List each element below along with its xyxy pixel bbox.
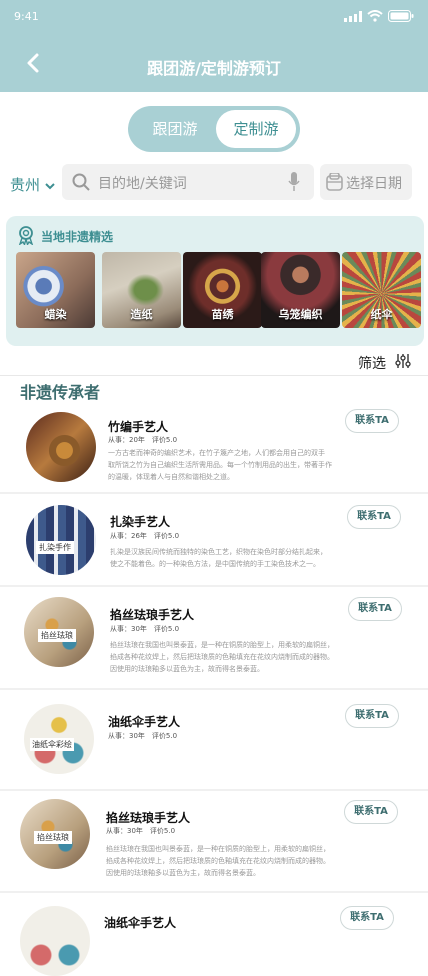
artisan-desc-line: 掐丝珐琅在我国也叫景泰蓝，是一种在铜质的胎型上，用柔软的扁铜丝， [110, 641, 334, 649]
artisan-name: 油纸伞手艺人 [108, 715, 181, 729]
contact-button[interactable]: 联系TA [345, 704, 399, 728]
avatar-caption: 扎染手作 [36, 541, 74, 554]
list-divider [0, 688, 428, 690]
artisan-desc-line: 扎染是汉族民间传统而独特的染色工艺，织物在染色时部分结扎起来， [110, 548, 327, 556]
artisan-name: 扎染手艺人 [110, 515, 171, 529]
tab-custom-tour[interactable]: 定制游 [216, 110, 296, 148]
artisan-name: 掐丝珐琅手艺人 [106, 811, 191, 825]
avatar-caption: 掐丝珐琅 [38, 629, 76, 642]
list-divider [0, 492, 428, 494]
tour-type-toggle: 跟团游 定制游 [128, 106, 300, 152]
region-selector[interactable]: 贵州 [10, 174, 55, 195]
wifi-icon [367, 10, 383, 22]
list-divider [0, 585, 428, 587]
heritage-picks-title: 当地非遗精选 [41, 230, 114, 244]
heritage-picks-panel: 当地非遗精选 蜡染 造纸 苗绣 乌笼编织 纸伞 [6, 216, 424, 346]
avatar[interactable]: 掐丝珐琅 [24, 597, 94, 667]
heritage-item-embroidery[interactable]: 苗绣 [183, 252, 262, 328]
status-time: 9:41 [14, 10, 39, 23]
artisan-meta: 从事：26年 评价5.0 [110, 532, 180, 540]
artisan-meta: 从事：30年 评价5.0 [108, 732, 178, 740]
artisan-desc-line: 掐丝珐琅在我国也叫景泰蓝，是一种在铜质的胎型上，用柔软的扁铜丝， [106, 845, 330, 853]
region-label: 贵州 [10, 176, 41, 194]
microphone-icon[interactable] [288, 172, 300, 192]
artisan-desc-line: 因使用的珐琅釉多以蓝色为主，故而得名景泰蓝。 [110, 665, 264, 673]
avatar[interactable]: 扎染手作 [26, 505, 96, 575]
avatar[interactable]: 掐丝珐琅 [20, 799, 90, 869]
battery-icon [388, 10, 414, 22]
filter-button[interactable]: 筛选 [358, 353, 386, 373]
avatar[interactable] [26, 412, 96, 482]
artisan-desc-line: 使之不能着色。的一种染色方法，是中国传统的手工染色技术之一。 [110, 560, 320, 568]
chevron-down-icon [45, 183, 55, 190]
contact-button[interactable]: 联系TA [347, 505, 401, 529]
heritage-item-batik[interactable]: 蜡染 [16, 252, 95, 328]
artisan-meta: 从事：20年 评价5.0 [108, 436, 178, 444]
contact-button[interactable]: 联系TA [340, 906, 394, 930]
artisan-desc-line: 因使用的珐琅釉多以蓝色为主，故而得名景泰蓝。 [106, 869, 260, 877]
artisan-meta: 从事：30年 评价5.0 [110, 625, 180, 633]
date-picker-button[interactable]: 选择日期 [320, 164, 412, 200]
status-bar: 9:41 [14, 10, 414, 26]
artisan-meta: 从事：30年 评价5.0 [106, 827, 176, 835]
search-icon [72, 173, 90, 191]
page-title: 跟团游/定制游预订 [147, 59, 281, 78]
filter-sliders-icon[interactable] [395, 353, 411, 369]
artisan-desc-line: 的温暖，体现着人与自然和谐相处之道。 [108, 473, 234, 481]
artisan-desc-line: 取所饶之竹为自己编织生活所需用品。每一个竹制用品的出生，带著手作 [108, 461, 332, 469]
avatar-caption: 掐丝珐琅 [34, 831, 72, 844]
search-input[interactable]: 目的地/关键词 [62, 164, 314, 200]
artisan-desc-line: 掐成各种花纹焊上，然后把珐琅质的色釉填充在花纹内烧制而成的器物。 [106, 857, 330, 865]
list-divider [0, 789, 428, 791]
heritage-item-paper-umbrella[interactable]: 纸伞 [342, 252, 421, 328]
filter-divider [0, 375, 428, 376]
artisan-desc-line: 一方古老而神奇的编织艺术，在竹子篾产之地，人们都会用自己的双手 [108, 449, 325, 457]
avatar-caption: 油纸伞彩绘 [30, 738, 74, 751]
search-placeholder: 目的地/关键词 [98, 176, 187, 192]
calendar-icon [326, 173, 343, 191]
heritage-item-weaving[interactable]: 乌笼编织 [261, 252, 340, 328]
heritage-item-papermaking[interactable]: 造纸 [102, 252, 181, 328]
avatar[interactable]: 油纸伞彩绘 [24, 704, 94, 774]
app-header: 9:41 跟团游/定制游预订 [0, 0, 428, 92]
date-label: 选择日期 [346, 176, 402, 192]
contact-button[interactable]: 联系TA [348, 597, 402, 621]
list-divider [0, 891, 428, 893]
artisan-name: 竹编手艺人 [108, 420, 169, 434]
avatar[interactable] [20, 906, 90, 976]
artisan-name: 掐丝珐琅手艺人 [110, 608, 195, 622]
artisan-desc-line: 掐成各种花纹焊上，然后把珐琅质的色釉填充在花纹内烧制而成的器物。 [110, 653, 334, 661]
tab-group-tour[interactable]: 跟团游 [132, 110, 218, 148]
signal-icon [344, 10, 362, 22]
contact-button[interactable]: 联系TA [345, 409, 399, 433]
contact-button[interactable]: 联系TA [344, 800, 398, 824]
section-title: 非遗传承者 [20, 383, 101, 402]
artisan-name: 油纸伞手艺人 [104, 916, 177, 930]
award-ribbon-icon [18, 226, 34, 245]
